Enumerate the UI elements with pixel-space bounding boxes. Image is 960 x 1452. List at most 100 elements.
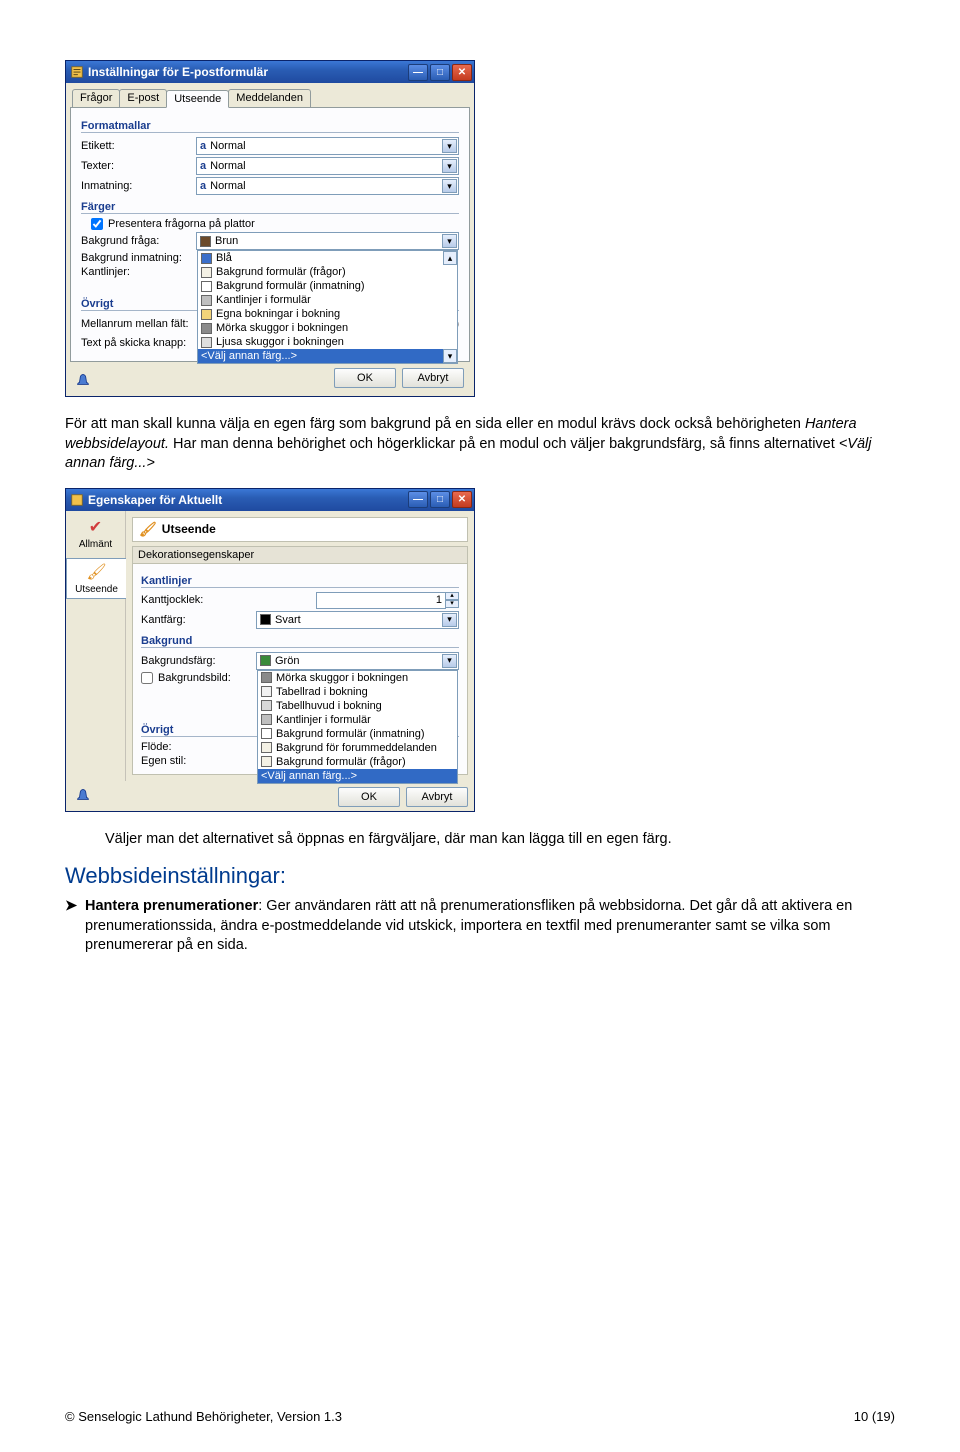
- bullet-title: Hantera prenumerationer: [85, 898, 258, 914]
- font-a-icon: a: [200, 180, 206, 192]
- etikett-value: Normal: [210, 140, 245, 152]
- hand-icon: [74, 370, 92, 388]
- tab-meddelanden[interactable]: Meddelanden: [228, 89, 311, 107]
- bakgrundsfarg-combo[interactable]: Grön ▾ Mörka skuggor i bokningen Tabellr…: [256, 652, 459, 670]
- chevron-down-icon[interactable]: ▾: [442, 139, 457, 153]
- kanttjocklek-input[interactable]: [316, 592, 446, 609]
- color-option: Bakgrund formulär (inmatning): [198, 279, 457, 293]
- kanttjocklek-spinner[interactable]: ▴▾: [316, 592, 459, 609]
- window-title: Egenskaper för Aktuellt: [88, 493, 408, 507]
- dialog-footer: OK Avbryt: [70, 362, 470, 392]
- swatch-icon: [261, 756, 272, 767]
- font-a-icon: a: [200, 140, 206, 152]
- color-option: Mörka skuggor i bokningen: [258, 671, 457, 685]
- page-footer: © Senselogic Lathund Behörigheter, Versi…: [65, 1409, 895, 1424]
- titlebar[interactable]: Inställningar för E-postformulär — □ ✕: [66, 61, 474, 83]
- nav-item-allmant[interactable]: ✔ Allmänt: [66, 517, 125, 550]
- group-bakgrund: Bakgrund: [141, 635, 459, 648]
- accordion-dekoration[interactable]: Dekorationsegenskaper: [132, 546, 468, 564]
- cancel-button[interactable]: Avbryt: [406, 787, 468, 807]
- inmatning-combo[interactable]: a Normal ▾: [196, 177, 459, 195]
- swatch-icon: [200, 236, 211, 247]
- scroll-down-button[interactable]: ▾: [443, 349, 457, 363]
- side-nav: ✔ Allmänt 🖌 Utseende: [66, 511, 126, 781]
- minimize-button[interactable]: —: [408, 64, 428, 81]
- swatch-icon: [201, 323, 212, 334]
- close-button[interactable]: ✕: [452, 491, 472, 508]
- bakgrund-fraga-label: Bakgrund fråga:: [81, 235, 196, 247]
- color-option: Bakgrund formulär (inmatning): [258, 727, 457, 741]
- kantfarg-value: Svart: [275, 614, 301, 626]
- maximize-button[interactable]: □: [430, 491, 450, 508]
- titlebar[interactable]: Egenskaper för Aktuellt — □ ✕: [66, 489, 474, 511]
- footer-right: 10 (19): [854, 1409, 895, 1424]
- bakgrund-fraga-combo[interactable]: Brun ▾ ▴ Blå Bakgrund formulär (frågor) …: [196, 232, 459, 250]
- color-option: Kantlinjer i formulär: [198, 293, 457, 307]
- email-form-settings-window: Inställningar för E-postformulär — □ ✕ F…: [65, 60, 475, 397]
- group-farger: Färger: [81, 201, 459, 214]
- bakgrundsfarg-value: Grön: [275, 655, 299, 667]
- swatch-icon: [201, 295, 212, 306]
- tab-fragor[interactable]: Frågor: [72, 89, 120, 107]
- bakgrundsbild-checkbox[interactable]: [141, 672, 153, 684]
- swatch-icon: [261, 686, 272, 697]
- color-option-selected[interactable]: <Välj annan färg...>: [198, 349, 457, 363]
- font-a-icon: a: [200, 160, 206, 172]
- bakgrund-inmatning-label: Bakgrund inmatning:: [81, 252, 196, 264]
- kantfarg-label: Kantfärg:: [141, 614, 256, 626]
- bakgrundsfarg-label: Bakgrundsfärg:: [141, 655, 256, 667]
- bullet-hantera-prenumerationer: ➤ Hantera prenumerationer: Ger användare…: [65, 897, 895, 956]
- spinner-down-button[interactable]: ▾: [445, 600, 459, 608]
- chevron-down-icon[interactable]: ▾: [442, 159, 457, 173]
- minimize-button[interactable]: —: [408, 491, 428, 508]
- section-header-utseende: 🖌 Utseende: [132, 517, 468, 542]
- presentera-checkbox[interactable]: [91, 218, 103, 230]
- inmatning-label: Inmatning:: [81, 180, 196, 192]
- etikett-combo[interactable]: a Normal ▾: [196, 137, 459, 155]
- color-option: Tabellrad i bokning: [258, 685, 457, 699]
- cancel-button[interactable]: Avbryt: [402, 368, 464, 388]
- color-option-selected[interactable]: <Välj annan färg...>: [258, 769, 457, 783]
- app-icon: [70, 65, 84, 79]
- chevron-down-icon[interactable]: ▾: [442, 234, 457, 248]
- egen-stil-label: Egen stil:: [141, 755, 256, 767]
- heading-webbsideinstallningar: Webbsideinställningar:: [65, 863, 895, 889]
- scroll-up-button[interactable]: ▴: [443, 251, 457, 265]
- nav-item-utseende[interactable]: 🖌 Utseende: [66, 558, 126, 599]
- swatch-icon: [261, 714, 272, 725]
- bakgrundsbild-label: Bakgrundsbild:: [141, 672, 256, 684]
- tab-epost[interactable]: E-post: [119, 89, 167, 107]
- spinner-up-button[interactable]: ▴: [445, 592, 459, 600]
- swatch-icon: [201, 253, 212, 264]
- color-option: Bakgrund formulär (frågor): [198, 265, 457, 279]
- texter-combo[interactable]: a Normal ▾: [196, 157, 459, 175]
- texter-value: Normal: [210, 160, 245, 172]
- color-option: Bakgrund för forummeddelanden: [258, 741, 457, 755]
- ok-button[interactable]: OK: [338, 787, 400, 807]
- chevron-down-icon[interactable]: ▾: [442, 179, 457, 193]
- color-option: Tabellhuvud i bokning: [258, 699, 457, 713]
- color-dropdown-list[interactable]: ▴ Blå Bakgrund formulär (frågor) Bakgrun…: [197, 250, 458, 364]
- texter-label: Texter:: [81, 160, 196, 172]
- footer-left: © Senselogic Lathund Behörigheter, Versi…: [65, 1409, 342, 1424]
- paragraph-1: För att man skall kunna välja en egen fä…: [65, 415, 895, 474]
- group-formatmallar: Formatmallar: [81, 120, 459, 133]
- chevron-down-icon[interactable]: ▾: [442, 613, 457, 627]
- tab-utseende[interactable]: Utseende: [166, 90, 229, 108]
- bullet-arrow-icon: ➤: [65, 897, 85, 956]
- close-button[interactable]: ✕: [452, 64, 472, 81]
- swatch-icon: [260, 655, 271, 666]
- ok-button[interactable]: OK: [334, 368, 396, 388]
- bg-dropdown-list[interactable]: Mörka skuggor i bokningen Tabellrad i bo…: [257, 670, 458, 784]
- color-option: Blå: [198, 251, 457, 265]
- maximize-button[interactable]: □: [430, 64, 450, 81]
- kanttjocklek-label: Kanttjocklek:: [141, 594, 256, 606]
- window-title: Inställningar för E-postformulär: [88, 65, 408, 79]
- color-option: Bakgrund formulär (frågor): [258, 755, 457, 769]
- etikett-label: Etikett:: [81, 140, 196, 152]
- swatch-icon: [201, 267, 212, 278]
- chevron-down-icon[interactable]: ▾: [442, 654, 457, 668]
- color-option: Egna bokningar i bokning: [198, 307, 457, 321]
- kantfarg-combo[interactable]: Svart ▾: [256, 611, 459, 629]
- color-option: Ljusa skuggor i bokningen: [198, 335, 457, 349]
